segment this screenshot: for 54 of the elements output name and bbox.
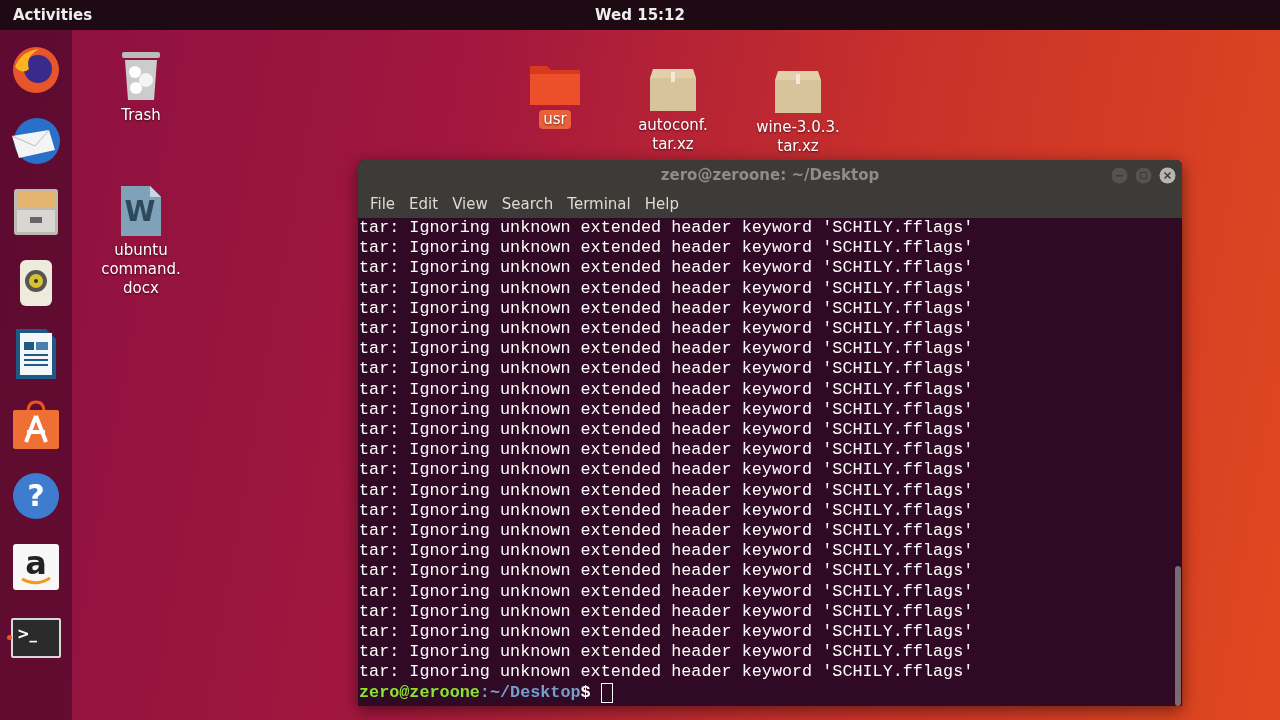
terminal-line: tar: Ignoring unknown extended header keyword 'SCHILY.fflags' [359, 480, 975, 501]
terminal-line: tar: Ignoring unknown extended header keyword 'SCHILY.fflags' [359, 278, 975, 299]
terminal-line: tar: Ignoring unknown extended header keyword 'SCHILY.fflags' [359, 521, 975, 542]
terminal-line: tar: Ignoring unknown extended header keyword 'SCHILY.fflags' [359, 662, 975, 683]
activities-button[interactable]: Activities [0, 6, 93, 24]
running-indicator [7, 635, 12, 640]
terminal-line: tar: Ignoring unknown extended header keyword 'SCHILY.fflags' [359, 642, 975, 663]
terminal-line: tar: Ignoring unknown extended header keyword 'SCHILY.fflags' [359, 319, 975, 340]
terminal-line: tar: Ignoring unknown extended header keyword 'SCHILY.fflags' [359, 460, 975, 481]
terminal-line: tar: Ignoring unknown extended header keyword 'SCHILY.fflags' [359, 298, 975, 319]
shopping-bag-icon[interactable] [12, 399, 60, 450]
menu-item[interactable]: Terminal [561, 195, 637, 213]
menu-item[interactable]: File [364, 195, 402, 213]
terminal-line: tar: Ignoring unknown extended header keyword 'SCHILY.fflags' [359, 258, 975, 279]
mail-icon[interactable] [9, 115, 63, 166]
menu-item[interactable]: Help [638, 195, 685, 213]
clock[interactable]: Wed 15:12 [595, 6, 685, 24]
close-button[interactable] [1159, 167, 1176, 184]
package-icon [774, 70, 822, 114]
terminal-line: tar: Ignoring unknown extended header keyword 'SCHILY.fflags' [359, 379, 975, 400]
scrollbar-thumb[interactable] [1175, 566, 1181, 706]
word-document-icon: W [120, 185, 162, 237]
prompt-user-host: zero@zeroone [359, 682, 480, 703]
menu-item[interactable]: View [446, 195, 494, 213]
amazon-icon[interactable]: a [12, 542, 60, 591]
file-cabinet-icon[interactable] [13, 187, 59, 236]
package-icon [649, 68, 697, 112]
icon-label[interactable]: autoconf. tar.xz [619, 116, 727, 154]
menu-item[interactable]: Search [495, 195, 560, 213]
menu-item[interactable]: Edit [403, 195, 445, 213]
icon-label[interactable]: ubuntu command. docx [87, 241, 195, 298]
trash-icon [120, 50, 162, 102]
terminal-line: tar: Ignoring unknown extended header keyword 'SCHILY.fflags' [359, 541, 975, 562]
icon-label[interactable]: Trash [117, 106, 165, 125]
terminal-line: tar: Ignoring unknown extended header keyword 'SCHILY.fflags' [359, 622, 975, 643]
terminal-line: tar: Ignoring unknown extended header keyword 'SCHILY.fflags' [359, 238, 975, 259]
terminal-line: tar: Ignoring unknown extended header keyword 'SCHILY.fflags' [359, 500, 975, 522]
icon-label[interactable]: wine-3.0.3. tar.xz [744, 118, 852, 156]
terminal-line: tar: Ignoring unknown extended header keyword 'SCHILY.fflags' [359, 420, 975, 441]
document-icon[interactable] [14, 327, 58, 380]
terminal-line: tar: Ignoring unknown extended header keyword 'SCHILY.fflags' [359, 339, 975, 360]
terminal-line: tar: Ignoring unknown extended header keyword 'SCHILY.fflags' [359, 561, 975, 582]
prompt-symbol: $ [580, 682, 591, 703]
terminal-line: tar: Ignoring unknown extended header keyword 'SCHILY.fflags' [359, 581, 975, 602]
text-cursor [600, 682, 613, 703]
terminal-line: tar: Ignoring unknown extended header keyword 'SCHILY.fflags' [359, 218, 975, 239]
terminal-line: tar: Ignoring unknown extended header keyword 'SCHILY.fflags' [359, 399, 975, 421]
prompt-path: :~/Desktop [479, 682, 581, 703]
terminal-icon[interactable]: >_ [10, 616, 62, 659]
window-title: zero@zeroone: ~/Desktop [660, 166, 880, 184]
terminal-line: tar: Ignoring unknown extended header keyword 'SCHILY.fflags' [359, 601, 975, 623]
terminal-line: tar: Ignoring unknown extended header keyword 'SCHILY.fflags' [359, 359, 975, 380]
help-icon[interactable]: ? [12, 471, 60, 520]
terminal-line: tar: Ignoring unknown extended header keyword 'SCHILY.fflags' [359, 440, 975, 461]
